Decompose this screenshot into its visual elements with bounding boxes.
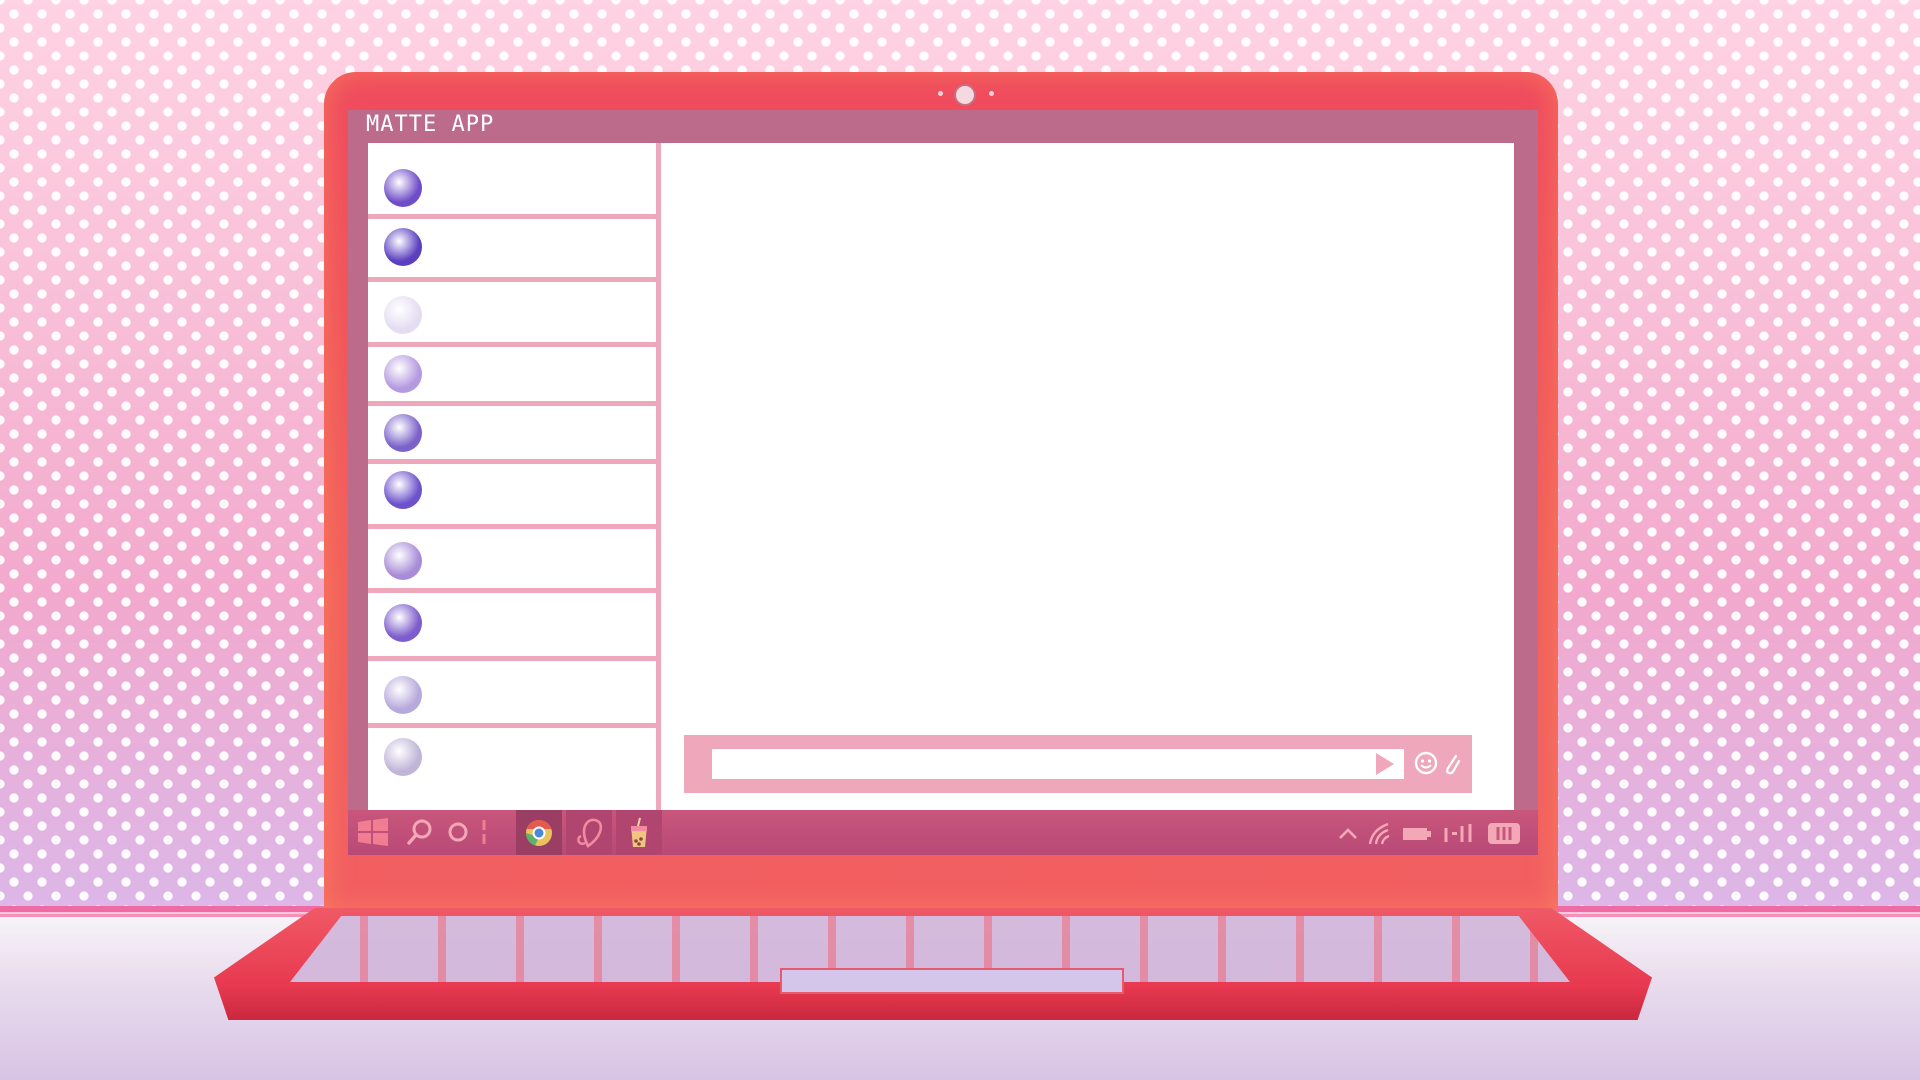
camera-sensor-right	[989, 91, 994, 96]
contact-item[interactable]	[368, 593, 656, 661]
contact-avatar	[384, 169, 422, 207]
heart-app-icon	[577, 818, 603, 848]
trackpad	[780, 968, 1124, 994]
send-icon[interactable]	[1376, 753, 1394, 775]
search-icon[interactable]	[404, 816, 436, 848]
attachment-icon[interactable]	[1442, 751, 1462, 777]
wifi-icon[interactable]	[1366, 820, 1396, 846]
contact-item[interactable]	[368, 529, 656, 593]
contact-item[interactable]	[368, 219, 656, 282]
webcam-icon	[954, 84, 976, 106]
battery-icon[interactable]	[1400, 820, 1434, 846]
volume-icon[interactable]	[1442, 820, 1476, 846]
app-title: MATTE APP	[366, 112, 495, 137]
contact-item[interactable]	[368, 406, 656, 464]
contact-avatar	[384, 228, 422, 266]
chat-messages-area	[661, 143, 1514, 810]
contact-avatar	[384, 414, 422, 452]
laptop-screen: MATTE APP	[348, 110, 1538, 855]
chrome-icon	[525, 820, 552, 846]
contact-avatar	[384, 542, 422, 580]
chevron-up-icon[interactable]	[1336, 820, 1360, 846]
message-composer	[684, 735, 1472, 793]
contact-avatar	[384, 355, 422, 393]
contact-avatar	[384, 676, 422, 714]
bubble-tea-icon	[631, 817, 647, 847]
windows-start-icon[interactable]	[354, 816, 392, 848]
contact-item[interactable]	[368, 282, 656, 347]
contact-avatar	[384, 738, 422, 776]
app-window	[368, 143, 1514, 810]
contact-list	[368, 143, 661, 810]
contact-item[interactable]	[368, 464, 656, 529]
heart-app-taskbar-button[interactable]	[566, 810, 612, 855]
taskbar-divider	[482, 820, 486, 844]
taskbar	[348, 810, 1538, 855]
cortana-circle-icon[interactable]	[444, 816, 472, 848]
notification-icon[interactable]	[1486, 820, 1522, 846]
contact-item[interactable]	[368, 347, 656, 406]
camera-sensor-left	[938, 91, 943, 96]
contact-avatar	[384, 604, 422, 642]
contact-item[interactable]	[368, 728, 656, 810]
contact-avatar	[384, 471, 422, 509]
contact-avatar	[384, 296, 422, 334]
bubble-tea-taskbar-button[interactable]	[616, 810, 662, 855]
emoji-icon[interactable]	[1414, 751, 1438, 775]
app-titlebar: MATTE APP	[348, 110, 1538, 143]
message-input[interactable]	[712, 749, 1404, 779]
contact-item[interactable]	[368, 661, 656, 728]
chrome-taskbar-button[interactable]	[516, 810, 562, 855]
contact-item[interactable]	[368, 143, 656, 219]
